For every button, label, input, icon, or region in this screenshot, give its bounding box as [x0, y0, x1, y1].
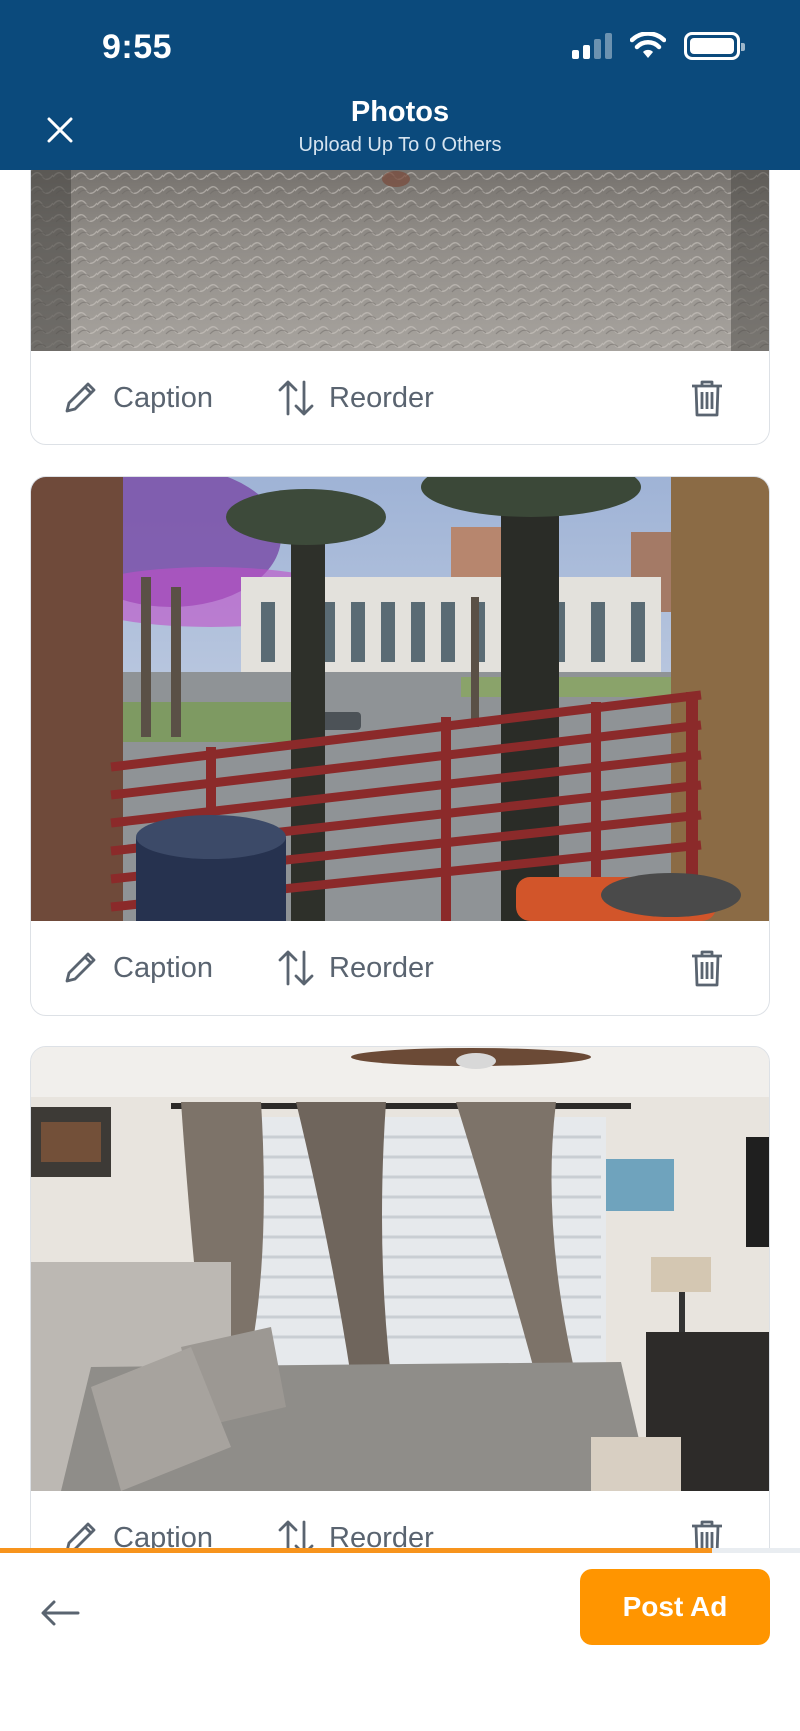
reorder-arrows-icon [278, 380, 314, 416]
trash-icon [692, 950, 722, 987]
photo-card: Caption Reorder [30, 1046, 770, 1586]
reorder-arrows-icon [278, 950, 314, 986]
post-ad-button[interactable]: Post Ad [580, 1569, 770, 1645]
caption-label: Caption [113, 381, 213, 414]
caption-button[interactable]: Caption [59, 947, 213, 989]
status-time: 9:55 [102, 28, 173, 66]
reorder-button[interactable]: Reorder [275, 377, 434, 419]
battery-icon [684, 32, 745, 60]
header: 9:55 Photos Upload Up To 0 Others [0, 0, 800, 170]
delete-button[interactable] [689, 378, 725, 418]
trash-icon [692, 380, 722, 417]
photos-screen: 9:55 Photos Upload Up To 0 Others Captio… [0, 0, 800, 1731]
reorder-button[interactable]: Reorder [275, 947, 434, 989]
delete-button[interactable] [689, 948, 725, 988]
page-subtitle: Upload Up To 0 Others [298, 134, 502, 156]
photo-actions: Caption Reorder [31, 921, 769, 1015]
pencil-icon [65, 952, 96, 983]
wifi-icon [630, 32, 666, 58]
status-icons [572, 32, 745, 60]
pencil-icon [65, 382, 96, 413]
photo-actions: Caption Reorder [31, 351, 769, 444]
photo-thumbnail[interactable] [31, 1047, 770, 1491]
reorder-label: Reorder [329, 951, 434, 984]
reorder-label: Reorder [329, 381, 434, 414]
cellular-signal-icon [572, 33, 612, 59]
photo-thumbnail[interactable] [31, 477, 770, 921]
photo-card: Caption Reorder [30, 476, 770, 1016]
page-title: Photos [350, 96, 450, 128]
caption-button[interactable]: Caption [59, 377, 213, 419]
back-button[interactable] [36, 1593, 86, 1633]
bottom-bar: Post Ad [0, 1553, 800, 1731]
arrow-left-icon [41, 1600, 80, 1626]
caption-label: Caption [113, 951, 213, 984]
